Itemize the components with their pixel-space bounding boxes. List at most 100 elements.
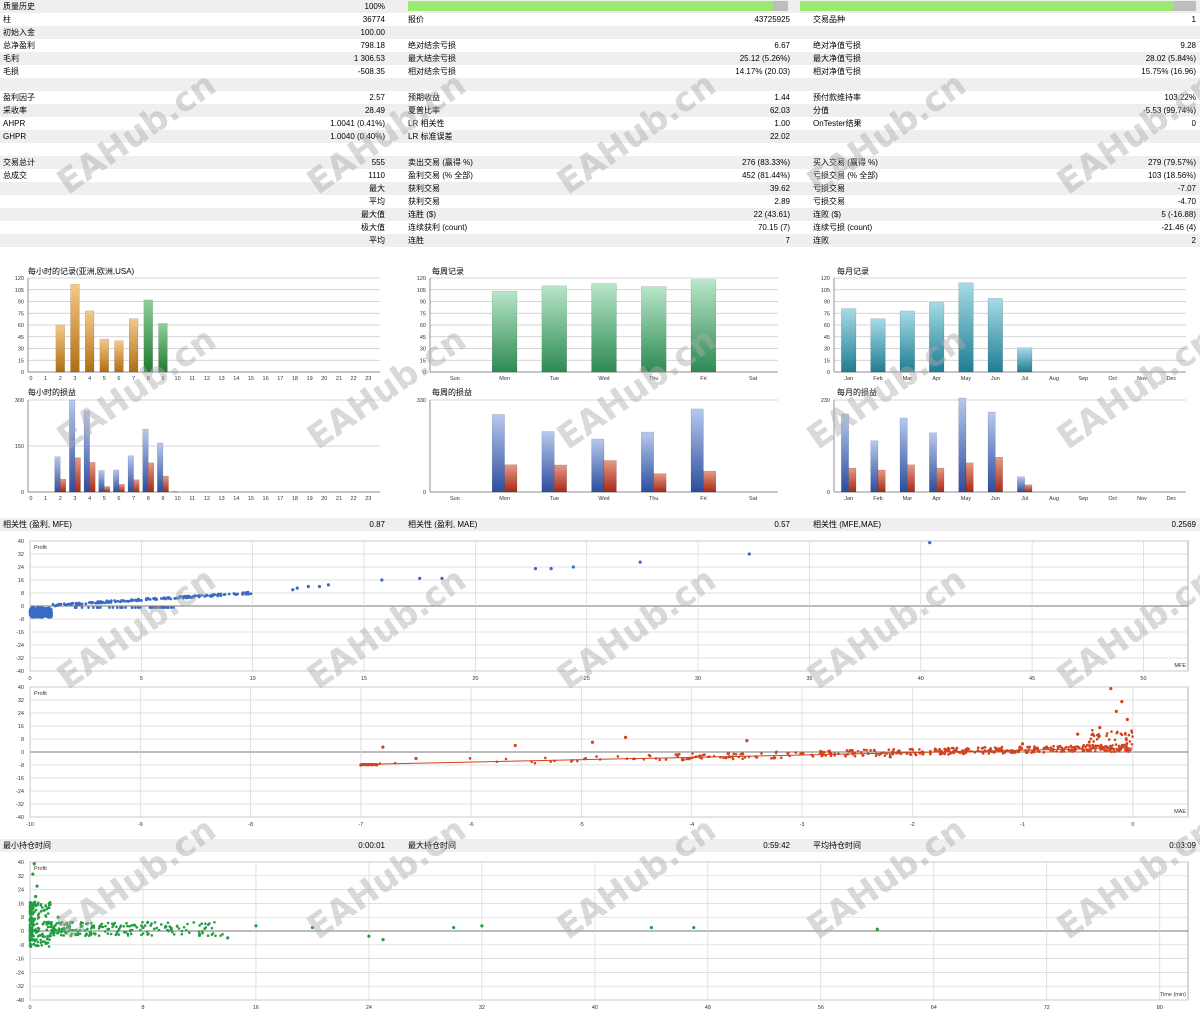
profit-bar [491,414,505,493]
scatter-point [631,757,635,761]
scatter-point [1115,731,1118,735]
scatter-point [68,921,72,924]
y-tick-label: 75 [420,311,426,317]
scatter-point [204,594,208,598]
scatter-point [37,944,40,948]
scatter-point [155,926,159,930]
scatter-point [134,606,137,609]
scatter-point [647,753,651,757]
scatter-point [136,606,140,609]
scatter-point [726,752,730,755]
y-tick-label: 8 [21,915,24,921]
scatter-point [175,924,179,928]
scatter-point [92,926,96,929]
x-tick-label: 30 [695,676,701,682]
scatter-point [1095,737,1099,741]
profit-bar [113,469,120,493]
scatter-point [1067,746,1070,749]
scatter-point [571,565,575,569]
scatter-point [947,749,951,753]
y-tick-label: 0 [21,490,24,496]
scatter-point [48,612,52,616]
scatter-point [44,913,47,917]
scatter-point [141,920,144,924]
scatter-point [132,923,136,927]
scatter-point [45,607,49,610]
scatter-point [33,943,36,946]
y-tick-label: 60 [824,323,830,329]
x-tick-label: 22 [351,376,357,382]
x-tick-label: 6 [117,496,120,502]
x-tick-label: 23 [365,376,371,382]
scatter-point [819,749,822,753]
x-tick-label: 3 [73,376,76,382]
scatter-point [1088,740,1091,743]
scatter-point [28,613,32,617]
scatter-point [875,927,879,931]
x-tick-label: Dec [1166,376,1176,382]
profit-bar [958,397,967,493]
scatter-point [960,750,964,753]
scatter-point [41,611,45,615]
scatter-point [359,763,363,767]
x-tick-label: 13 [219,376,225,382]
y-tick-label: 45 [18,335,24,341]
scatter-point [137,599,140,603]
scatter-point [598,758,602,761]
scatter-point [85,933,88,937]
scatter-point [36,612,40,616]
scatter-point [39,910,43,913]
scatter-point [885,752,888,755]
scatter-point [197,930,201,933]
scatter-point [86,927,89,931]
scatter-point [913,752,917,755]
scatter-point [1081,749,1085,753]
scatter-point [99,606,102,609]
y-tick-label: 16 [18,724,24,730]
scatter-point [1105,734,1108,738]
x-tick-label: Apr [932,376,941,382]
x-tick-label: 25 [584,676,590,682]
profit-bar [157,442,164,493]
scatter-point [130,599,134,603]
scatter-point [708,755,711,758]
x-tick-label: Sat [749,376,758,382]
y-tick-label: 230 [821,398,830,404]
scatter-point [43,921,46,924]
scatter-point [204,922,207,926]
scatter-point [145,930,149,934]
scatter-point [209,594,213,598]
scatter-point [143,924,147,927]
y-tick-label: 40 [18,539,24,545]
x-tick-label: Wed [598,376,609,382]
scatter-point [891,749,895,753]
scatter-point [139,928,142,932]
bar [591,283,617,373]
scatter-point [732,752,736,756]
scatter-point [837,752,840,756]
scatter-point [139,599,143,602]
scatter-point [114,600,117,604]
scatter-point [729,755,732,759]
scatter-point [908,753,912,756]
loss-bar [1024,484,1033,493]
y-tick-label: 105 [821,288,830,294]
scatter-point [38,933,42,937]
scatter-point [595,755,598,758]
scatter-point [677,752,681,756]
scatter-point [393,761,397,765]
scatter-point [50,923,53,926]
scatter-point [943,747,946,751]
scatter-point [31,872,35,876]
scatter-point [745,739,749,743]
bar [128,318,139,373]
scatter-point [1117,749,1121,753]
scatter-point [780,756,783,760]
x-tick-label: 1 [44,376,47,382]
scatter-point [1042,751,1046,754]
scatter-point [1125,741,1129,745]
bar [899,310,915,373]
profit-bar [899,417,908,493]
y-tick-label: 30 [18,347,24,353]
bar [958,282,974,373]
